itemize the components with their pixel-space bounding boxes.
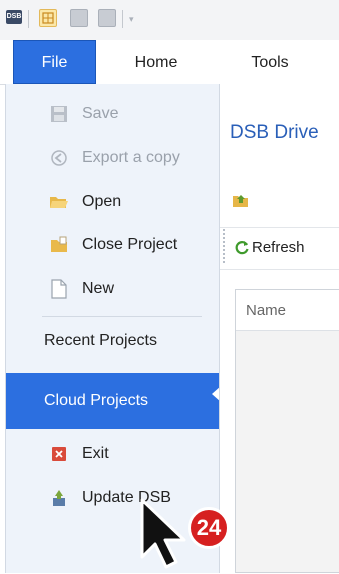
menu-item-exit[interactable]: Exit <box>6 434 220 474</box>
menu-item-open[interactable]: Open <box>6 182 220 222</box>
toolbar-grip[interactable] <box>223 229 225 263</box>
tab-home[interactable]: Home <box>112 40 200 84</box>
toolbar-divider <box>220 269 339 270</box>
menu-item-label: Close Project <box>82 236 178 253</box>
main-panel: DSB Drive Refresh Name <box>219 84 339 573</box>
quick-access-button-1[interactable] <box>39 9 57 27</box>
grid-icon <box>42 12 54 24</box>
new-document-icon <box>48 279 70 299</box>
app-logo: DSB <box>6 10 22 24</box>
tab-file[interactable]: File <box>13 40 96 84</box>
menu-item-label: Cloud Projects <box>44 392 149 409</box>
folder-close-icon <box>48 235 70 255</box>
column-header-label: Name <box>246 302 287 319</box>
quick-access-button-3[interactable] <box>98 9 116 27</box>
menu-item-cloud-projects[interactable]: Cloud Projects <box>6 373 221 429</box>
mouse-cursor-icon <box>139 497 193 574</box>
menu-item-label: Recent Projects <box>44 332 157 349</box>
folder-up-icon[interactable] <box>232 192 250 213</box>
ribbon-tabs: File Home Tools <box>0 40 339 85</box>
menu-item-close-project[interactable]: Close Project <box>6 225 220 265</box>
quick-access-toolbar: DSB ▾ <box>0 0 339 40</box>
step-number-badge: 24 <box>188 507 230 549</box>
menu-item-export-copy[interactable]: Export a copy <box>6 138 220 178</box>
menu-separator <box>42 316 202 317</box>
tab-tools[interactable]: Tools <box>230 40 310 84</box>
menu-item-label: Exit <box>82 445 109 462</box>
customize-toolbar-dropdown-icon[interactable]: ▾ <box>129 14 134 25</box>
column-header-name[interactable]: Name <box>236 290 339 331</box>
refresh-icon <box>235 241 249 255</box>
toolbar-separator <box>28 10 29 28</box>
quick-access-button-2[interactable] <box>70 9 88 27</box>
refresh-button[interactable]: Refresh <box>234 232 305 262</box>
save-icon <box>48 104 70 124</box>
export-icon <box>48 148 70 168</box>
toolbar-separator <box>122 10 123 28</box>
menu-item-label: Open <box>82 193 122 210</box>
folder-open-icon <box>48 192 70 212</box>
menu-item-recent-projects[interactable]: Recent Projects <box>6 321 220 361</box>
update-icon <box>48 488 70 508</box>
menu-item-label: New <box>82 280 115 297</box>
refresh-label: Refresh <box>252 238 305 256</box>
file-list[interactable]: Name <box>235 289 339 573</box>
exit-icon <box>48 444 70 464</box>
page-title: DSB Drive <box>230 122 319 143</box>
menu-item-new[interactable]: New <box>6 269 220 309</box>
menu-item-save[interactable]: Save <box>6 94 220 134</box>
toolbar-divider <box>220 227 339 228</box>
menu-item-label: Export a copy <box>82 149 180 166</box>
menu-item-label: Save <box>82 105 119 122</box>
